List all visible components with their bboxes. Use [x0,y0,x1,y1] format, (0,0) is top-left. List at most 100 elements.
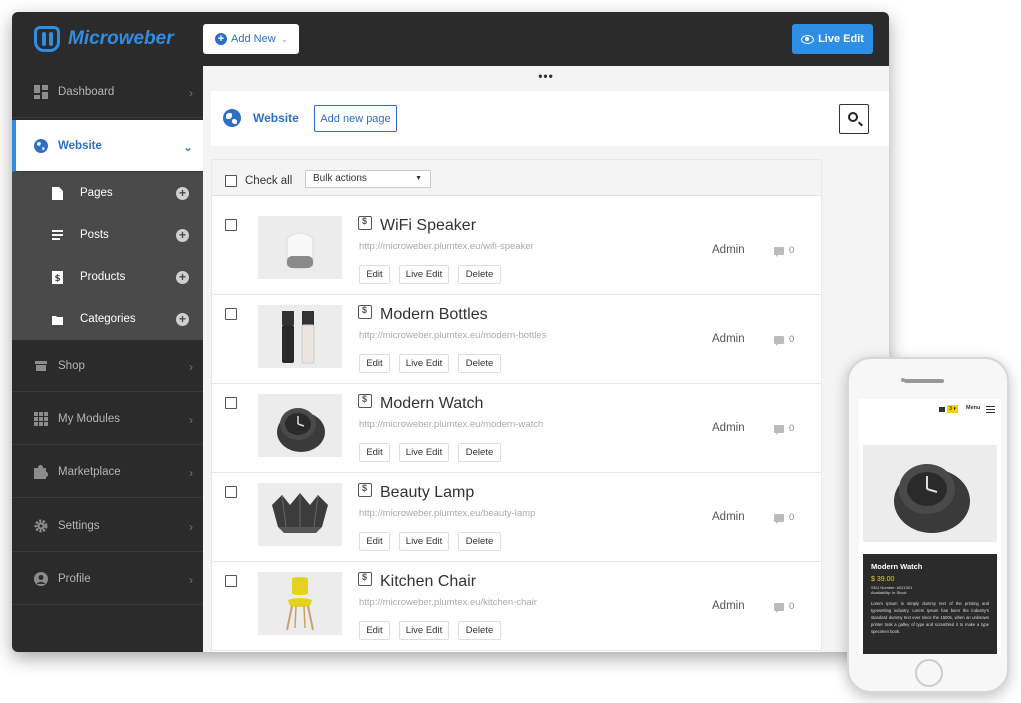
caret-down-icon: ▼ [415,175,422,182]
product-title[interactable]: Beauty Lamp [380,484,474,502]
edit-button[interactable]: Edit [359,443,390,462]
product-thumbnail-chair[interactable] [258,572,342,635]
sidebar-item-label: Shop [58,359,85,372]
live-edit-button[interactable]: Live Edit [399,532,449,551]
product-type-icon [358,483,372,497]
product-url[interactable]: http://microweber.plumtex.eu/wifi-speake… [359,241,534,252]
row-checkbox[interactable] [225,575,237,587]
product-title[interactable]: Modern Watch [380,395,483,413]
product-url[interactable]: http://microweber.plumtex.eu/beauty-lamp [359,508,535,519]
content-list: Check all Bulk actions ▼ WiFi Speaker ht… [211,159,822,652]
product-type-icon [358,216,372,230]
product-thumbnail-speaker[interactable] [258,216,342,279]
sidebar-item-my-modules[interactable]: My Modules › [12,393,203,445]
add-product-plus-icon[interactable]: + [176,271,189,284]
product-url[interactable]: http://microweber.plumtex.eu/modern-watc… [359,419,543,430]
product-thumbnail-lamp[interactable] [258,483,342,546]
eye-icon [801,34,815,44]
submenu-item-label: Products [80,271,126,283]
cart-badge[interactable]: 3 ▾ [947,405,958,413]
bulk-actions-label: Bulk actions [313,173,367,184]
phone-screen: 3 ▾ Menu Modern Watch $ 39.00 SKU Number… [859,399,1001,654]
live-edit-label: Live Edit [818,33,864,45]
product-thumbnail-bottles[interactable] [258,305,342,368]
edit-button[interactable]: Edit [359,265,390,284]
live-edit-button[interactable]: Live Edit [399,265,449,284]
content-header: Website Add new page [211,91,889,146]
delete-button[interactable]: Delete [458,265,501,284]
delete-button[interactable]: Delete [458,354,501,373]
product-title[interactable]: Modern Bottles [380,306,488,324]
product-url[interactable]: http://microweber.plumtex.eu/kitchen-cha… [359,597,537,608]
bulk-actions-select[interactable]: Bulk actions ▼ [305,170,431,188]
row-checkbox[interactable] [225,308,237,320]
comment-count: 0 [789,245,795,256]
sidebar-item-website[interactable]: Website ⌄ [12,120,203,172]
product-url[interactable]: http://microweber.plumtex.eu/modern-bott… [359,330,546,341]
phone-product-image [863,445,997,542]
phone-product-price: $ 39.00 [871,576,895,583]
live-edit-button[interactable]: Live Edit [399,354,449,373]
store-icon [34,359,48,373]
add-new-page-button[interactable]: Add new page [314,105,397,132]
sidebar-item-profile[interactable]: Profile › [12,553,203,605]
live-edit-button[interactable]: Live Edit [399,443,449,462]
phone-menu-label[interactable]: Menu [966,405,980,411]
sidebar-item-label: Website [58,139,102,152]
comment-icon [774,247,784,257]
page-title: Website [253,111,299,125]
sidebar-item-marketplace[interactable]: Marketplace › [12,446,203,498]
puzzle-icon [34,464,48,479]
comment-count: 0 [789,334,795,345]
folder-icon [52,313,63,326]
edit-button[interactable]: Edit [359,621,390,640]
top-bar: Microweber + Add New ⌄ Live Edit [12,12,889,66]
delete-button[interactable]: Delete [458,532,501,551]
sidebar-item-shop[interactable]: Shop › [12,340,203,392]
row-checkbox[interactable] [225,219,237,231]
chevron-right-icon: › [189,573,193,587]
cart-icon [939,407,945,412]
sidebar: Dashboard › Website ⌄ Pages + Posts + $ [12,66,203,652]
logo[interactable]: Microweber [34,24,174,54]
search-button[interactable] [839,104,869,134]
live-edit-button[interactable]: Live Edit [792,24,873,54]
edit-button[interactable]: Edit [359,532,390,551]
comment-icon [774,514,784,524]
chevron-down-icon: ⌄ [280,33,289,44]
submenu-item-pages[interactable]: Pages + [12,172,203,214]
submenu-item-categories[interactable]: Categories + [12,298,203,340]
add-page-plus-icon[interactable]: + [176,187,189,200]
add-new-button[interactable]: + Add New ⌄ [203,24,299,54]
row-checkbox[interactable] [225,486,237,498]
product-thumbnail-watch[interactable] [258,394,342,457]
row-checkbox[interactable] [225,397,237,409]
dashboard-icon [34,84,48,99]
sidebar-item-label: Settings [58,519,100,532]
product-title[interactable]: Kitchen Chair [380,573,476,591]
delete-button[interactable]: Delete [458,621,501,640]
delete-button[interactable]: Delete [458,443,501,462]
chevron-right-icon: › [189,360,193,374]
submenu-item-posts[interactable]: Posts + [12,214,203,256]
sidebar-item-dashboard[interactable]: Dashboard › [12,66,203,118]
product-type-icon [358,572,372,586]
gear-icon [34,519,48,533]
comment-count: 0 [789,512,795,523]
submenu-item-products[interactable]: $ Products + [12,256,203,298]
check-all-checkbox[interactable] [225,175,237,187]
product-title[interactable]: WiFi Speaker [380,217,476,235]
hamburger-icon[interactable] [986,406,995,413]
table-row: Modern Bottles http://microweber.plumtex… [212,295,821,384]
sidebar-item-label: Marketplace [58,465,121,478]
more-options-icon[interactable]: ••• [203,66,889,88]
comment-count: 0 [789,601,795,612]
live-edit-button[interactable]: Live Edit [399,621,449,640]
grid-icon [34,411,48,426]
table-row: Kitchen Chair http://microweber.plumtex.… [212,562,821,651]
add-category-plus-icon[interactable]: + [176,313,189,326]
sidebar-item-settings[interactable]: Settings › [12,500,203,552]
add-post-plus-icon[interactable]: + [176,229,189,242]
edit-button[interactable]: Edit [359,354,390,373]
sidebar-item-label: Profile [58,572,91,585]
